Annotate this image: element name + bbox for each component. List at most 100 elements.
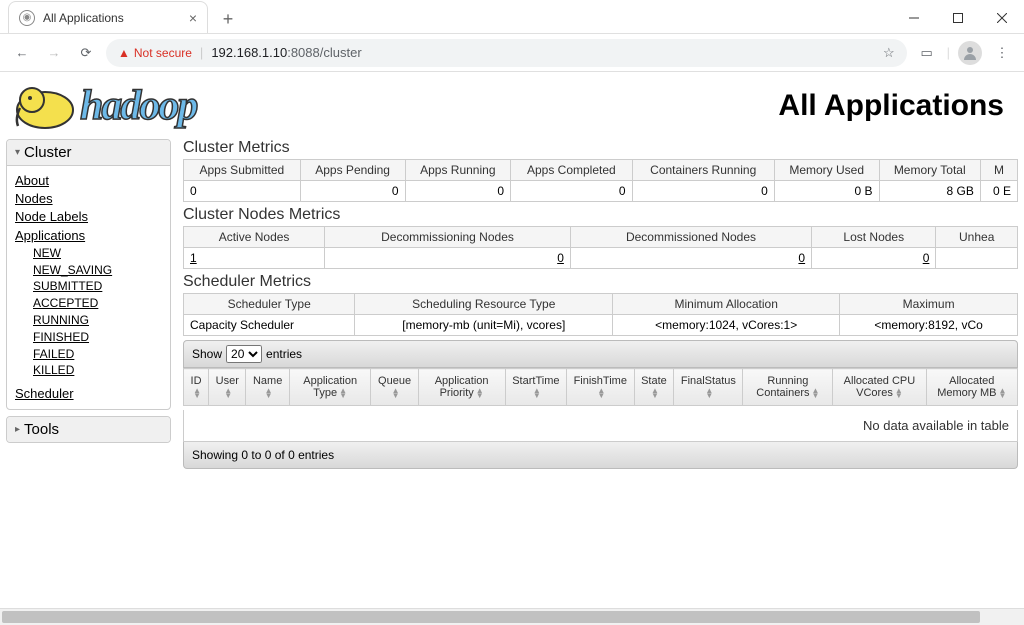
sidebar-tools-header[interactable]: ▸Tools: [7, 417, 170, 442]
col-apps-submitted: Apps Submitted: [184, 160, 301, 181]
lost-nodes-link[interactable]: 0: [923, 251, 930, 265]
col-name[interactable]: Name▲▼: [246, 369, 289, 406]
col-vcores[interactable]: Allocated CPU VCores▲▼: [833, 369, 926, 406]
minimize-button[interactable]: [892, 3, 936, 33]
sidebar-link-nodes[interactable]: Nodes: [15, 190, 162, 208]
new-tab-button[interactable]: +: [214, 5, 242, 33]
col-apps-completed: Apps Completed: [511, 160, 633, 181]
val-apps-submitted: 0: [184, 181, 301, 202]
col-priority[interactable]: Application Priority▲▼: [418, 369, 505, 406]
maximize-button[interactable]: [936, 3, 980, 33]
col-finalstatus[interactable]: FinalStatus▲▼: [674, 369, 743, 406]
hadoop-logo[interactable]: hadoop: [10, 78, 196, 133]
forward-button[interactable]: →: [42, 41, 66, 65]
sort-icon: ▲▼: [998, 388, 1006, 399]
col-active-nodes: Active Nodes: [184, 227, 325, 248]
val-max-alloc: <memory:8192, vCo: [840, 315, 1018, 336]
cluster-metrics-title: Cluster Metrics: [183, 139, 1018, 157]
sort-icon: ▲▼: [265, 388, 273, 399]
sort-icon: ▲▼: [339, 388, 347, 399]
horizontal-scrollbar[interactable]: [0, 608, 1024, 625]
col-app-type[interactable]: Application Type▲▼: [289, 369, 371, 406]
col-containers[interactable]: Running Containers▲▼: [743, 369, 833, 406]
sort-icon: ▲▼: [392, 388, 400, 399]
col-state[interactable]: State▲▼: [634, 369, 674, 406]
sidebar-state-finished[interactable]: FINISHED: [33, 329, 162, 346]
applications-table: ID▲▼ User▲▼ Name▲▼ Application Type▲▼ Qu…: [183, 368, 1018, 406]
url-box[interactable]: ▲ Not secure | 192.168.1.10:8088/cluster…: [106, 39, 907, 67]
decommissioning-link[interactable]: 0: [557, 251, 564, 265]
col-memory[interactable]: Allocated Memory MB▲▼: [926, 369, 1017, 406]
profile-icon[interactable]: [958, 41, 982, 65]
col-memory-used: Memory Used: [774, 160, 879, 181]
sort-icon: ▲▼: [895, 388, 903, 399]
col-max-alloc: Maximum: [840, 294, 1018, 315]
reload-button[interactable]: ⟳: [74, 41, 98, 65]
col-apps-pending: Apps Pending: [300, 160, 405, 181]
no-data-message: No data available in table: [183, 410, 1018, 442]
back-button[interactable]: ←: [10, 41, 34, 65]
page-title: All Applications: [778, 89, 1014, 123]
sort-icon: ▲▼: [476, 388, 484, 399]
col-resource-type: Scheduling Resource Type: [355, 294, 613, 315]
val-apps-completed: 0: [511, 181, 633, 202]
col-decommissioned: Decommissioned Nodes: [570, 227, 811, 248]
chevron-right-icon: ▸: [15, 424, 20, 435]
sidebar-state-killed[interactable]: KILLED: [33, 362, 162, 379]
sidebar-state-submitted[interactable]: SUBMITTED: [33, 278, 162, 295]
url-text: 192.168.1.10:8088/cluster: [211, 45, 361, 60]
globe-icon: ◉: [19, 10, 35, 26]
sort-icon: ▲▼: [193, 388, 201, 399]
window-close-button[interactable]: [980, 3, 1024, 33]
device-icon[interactable]: ▭: [915, 41, 939, 65]
col-lost-nodes: Lost Nodes: [812, 227, 936, 248]
sidebar-link-applications[interactable]: Applications: [15, 227, 162, 245]
scheduler-metrics-table: Scheduler Type Scheduling Resource Type …: [183, 293, 1018, 336]
sidebar-state-running[interactable]: RUNNING: [33, 312, 162, 329]
bookmark-icon[interactable]: ☆: [883, 45, 895, 61]
sort-icon: ▲▼: [812, 388, 820, 399]
scrollbar-thumb[interactable]: [2, 611, 980, 623]
col-apps-running: Apps Running: [405, 160, 511, 181]
col-user[interactable]: User▲▼: [209, 369, 246, 406]
page-size-select[interactable]: 20: [226, 345, 262, 363]
val-lost-nodes: 0: [812, 248, 936, 269]
col-starttime[interactable]: StartTime▲▼: [505, 369, 566, 406]
decommissioned-link[interactable]: 0: [798, 251, 805, 265]
active-nodes-link[interactable]: 1: [190, 251, 197, 265]
sidebar-link-about[interactable]: About: [15, 172, 162, 190]
col-queue[interactable]: Queue▲▼: [371, 369, 418, 406]
sidebar-cluster-header[interactable]: ▾Cluster: [7, 140, 170, 166]
logo-text: hadoop: [80, 82, 196, 130]
sidebar: ▾Cluster About Nodes Node Labels Applica…: [6, 139, 171, 469]
col-finishtime[interactable]: FinishTime▲▼: [567, 369, 634, 406]
col-id[interactable]: ID▲▼: [184, 369, 209, 406]
col-decommissioning: Decommissioning Nodes: [325, 227, 571, 248]
val-active-nodes: 1: [184, 248, 325, 269]
address-bar: ← → ⟳ ▲ Not secure | 192.168.1.10:8088/c…: [0, 34, 1024, 72]
nodes-metrics-title: Cluster Nodes Metrics: [183, 206, 1018, 224]
val-apps-running: 0: [405, 181, 511, 202]
sidebar-link-scheduler[interactable]: Scheduler: [15, 385, 162, 403]
val-min-alloc: <memory:1024, vCores:1>: [613, 315, 840, 336]
val-memory-total: 8 GB: [879, 181, 980, 202]
val-apps-pending: 0: [300, 181, 405, 202]
warning-icon: ▲ Not secure: [118, 46, 192, 60]
close-icon[interactable]: ×: [189, 10, 197, 26]
menu-icon[interactable]: ⋮: [990, 41, 1014, 65]
sidebar-link-node-labels[interactable]: Node Labels: [15, 208, 162, 226]
col-unhealthy: Unhea: [936, 227, 1018, 248]
sort-icon: ▲▼: [597, 388, 605, 399]
sort-icon: ▲▼: [651, 388, 659, 399]
browser-titlebar: ◉ All Applications × +: [0, 0, 1024, 34]
sidebar-state-failed[interactable]: FAILED: [33, 346, 162, 363]
browser-tab[interactable]: ◉ All Applications ×: [8, 1, 208, 33]
sidebar-state-new-saving[interactable]: NEW_SAVING: [33, 262, 162, 279]
sidebar-state-accepted[interactable]: ACCEPTED: [33, 295, 162, 312]
sort-icon: ▲▼: [705, 388, 713, 399]
val-resource-type: [memory-mb (unit=Mi), vcores]: [355, 315, 613, 336]
sort-icon: ▲▼: [224, 388, 232, 399]
nodes-metrics-table: Active Nodes Decommissioning Nodes Decom…: [183, 226, 1018, 269]
scheduler-metrics-title: Scheduler Metrics: [183, 273, 1018, 291]
sidebar-state-new[interactable]: NEW: [33, 245, 162, 262]
